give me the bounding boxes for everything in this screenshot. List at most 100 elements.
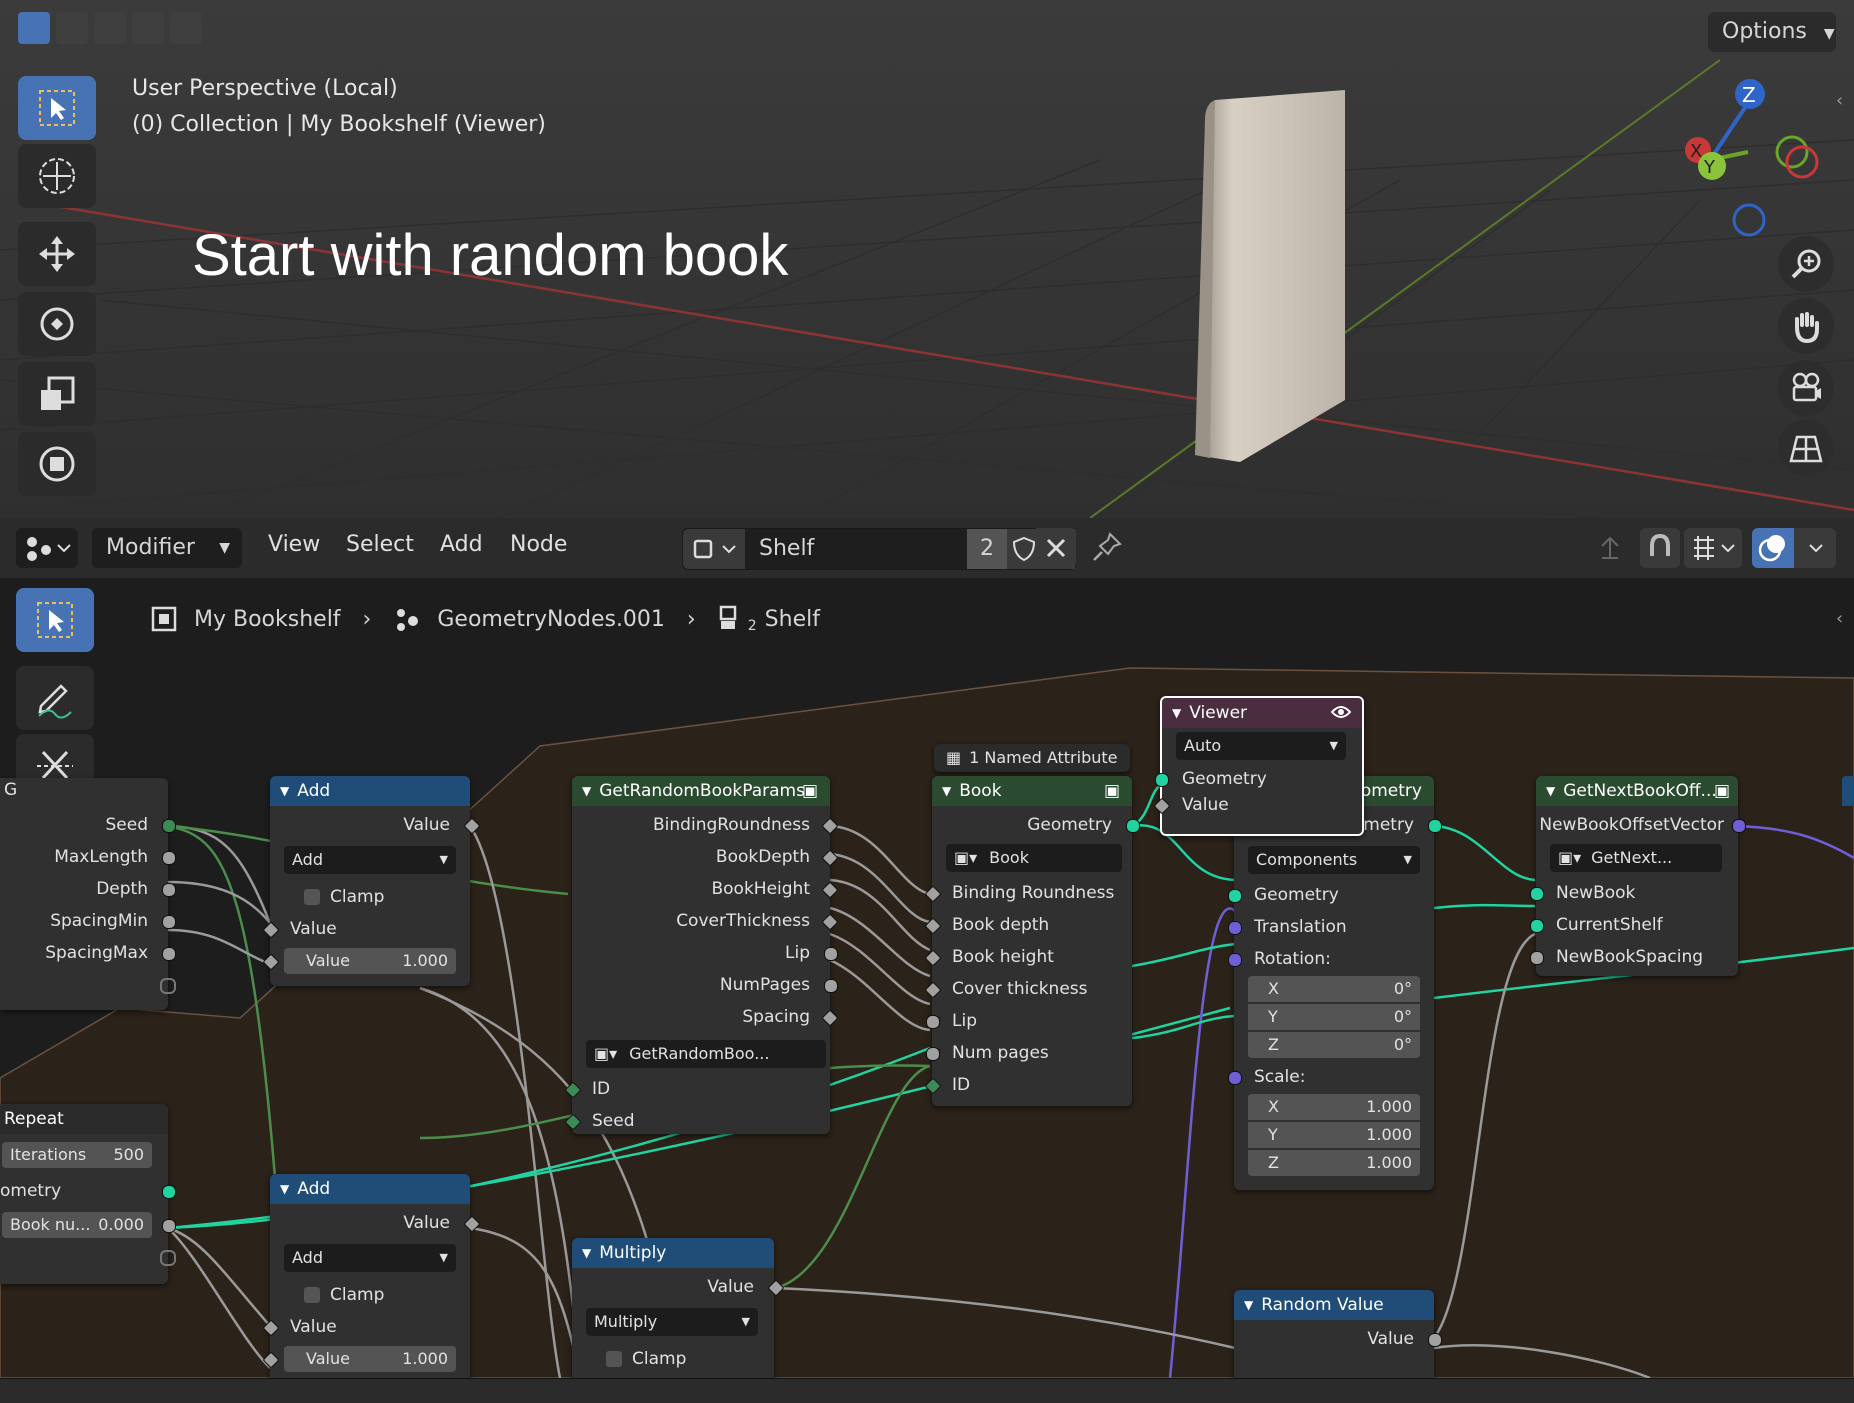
3d-viewport[interactable]: Z X Y User Perspective (Local) (0) Colle… [0, 0, 1854, 518]
breadcrumb-object[interactable]: My Bookshelf [194, 607, 341, 632]
random-value-socket[interactable] [1428, 1333, 1442, 1347]
node-sidebar-toggle-icon[interactable]: ‹ [1836, 608, 1843, 629]
select-new-mode[interactable] [18, 12, 50, 44]
socket[interactable] [1530, 887, 1544, 901]
get-params-header[interactable]: ▼ GetRandomBookParams ▣ [572, 776, 830, 806]
viewer-node[interactable]: ▼ Viewer Auto ▼ Geometry Value [1153, 696, 1364, 836]
node-group-selector[interactable]: Shelf 2 [682, 528, 1076, 570]
socket[interactable] [1228, 953, 1242, 967]
rotation-z-field[interactable]: Z 0° [1248, 1032, 1420, 1058]
add-value-field[interactable]: Value 1.000 [284, 948, 456, 974]
camera-view-button[interactable] [1778, 360, 1834, 416]
cursor-tool[interactable] [18, 144, 96, 208]
repeat-geometry-socket[interactable] [162, 1185, 176, 1199]
random-value-header[interactable]: ▼ Random Value [1234, 1290, 1434, 1320]
add-operation-select[interactable]: Add ▼ [284, 1244, 456, 1272]
select-invert-mode[interactable] [132, 12, 164, 44]
rotation-y-field[interactable]: Y 0° [1248, 1004, 1420, 1030]
clamp-checkbox[interactable]: Clamp [586, 1346, 774, 1372]
get-next-group-select[interactable]: ▣▾ GetNext... [1550, 844, 1722, 872]
transform-geometry-socket[interactable] [1428, 819, 1442, 833]
modifier-dropdown[interactable]: Modifier ▼ [92, 528, 242, 568]
move-tool[interactable] [18, 222, 96, 286]
scale-y-field[interactable]: Y 1.000 [1248, 1122, 1420, 1148]
snap-toggle[interactable] [1640, 528, 1680, 568]
socket[interactable] [926, 1015, 940, 1029]
node-group-name-field[interactable]: Shelf [745, 529, 967, 569]
add-node-header[interactable]: ▼ Add [270, 1174, 470, 1204]
collapse-icon[interactable]: ▼ [582, 1246, 591, 1260]
pan-button[interactable] [1778, 298, 1834, 354]
scale-z-field[interactable]: Z 1.000 [1248, 1150, 1420, 1176]
node-select-tool[interactable] [16, 588, 94, 652]
collapse-icon[interactable]: ▼ [582, 784, 591, 798]
menu-add[interactable]: Add [440, 532, 483, 557]
socket[interactable] [926, 1047, 940, 1061]
get-params-group-select[interactable]: ▣▾ GetRandomBoo... [586, 1040, 826, 1068]
menu-view[interactable]: View [268, 532, 320, 557]
scale-tool[interactable] [18, 362, 96, 426]
options-dropdown[interactable]: Options ▼ [1708, 12, 1836, 52]
socket[interactable] [1530, 951, 1544, 965]
parent-node-tree-button[interactable] [1590, 528, 1630, 568]
annotate-tool[interactable] [16, 666, 94, 730]
clamp-checkbox[interactable]: Clamp [284, 1282, 470, 1308]
transform-geometry-node[interactable]: eometry ometry Components ▼ Geometry Tran… [1228, 776, 1442, 1190]
browse-node-group-button[interactable] [683, 529, 745, 569]
socket[interactable] [1228, 889, 1242, 903]
book-group-select[interactable]: ▣▾ Book [946, 844, 1122, 872]
socket[interactable] [1530, 919, 1544, 933]
book-node[interactable]: ▼ Book ▣ Geometry ▣▾ Book Binding Roundness… [924, 776, 1140, 1106]
collapse-icon[interactable]: ▼ [1244, 1298, 1253, 1312]
checkbox-box[interactable] [304, 1287, 320, 1303]
spacingmax-socket[interactable] [162, 947, 176, 961]
multiply-node[interactable]: ▼ Multiply Value Multiply ▼ Clamp [572, 1238, 785, 1378]
book-number-socket[interactable] [162, 1219, 176, 1233]
socket[interactable] [824, 947, 838, 961]
repeat-node[interactable]: Repeat Iterations 500 ometry Book nu... 0.… [0, 1104, 176, 1284]
empty-socket[interactable] [160, 1250, 176, 1266]
viewer-domain-select[interactable]: Auto ▼ [1176, 732, 1346, 760]
rotate-tool[interactable] [18, 292, 96, 356]
collapse-icon[interactable]: ▼ [942, 784, 951, 798]
seed-socket[interactable] [162, 819, 176, 833]
socket[interactable] [824, 979, 838, 993]
add-node-header[interactable]: ▼ Add [270, 776, 470, 806]
add-operation-select[interactable]: Add ▼ [284, 846, 456, 874]
collapse-icon[interactable]: ▼ [1172, 706, 1181, 720]
get-next-header[interactable]: ▼ GetNextBookOff... ▣ [1536, 776, 1738, 806]
select-box-tool[interactable] [18, 76, 96, 140]
viewer-node-header[interactable]: ▼ Viewer [1162, 698, 1362, 728]
scale-x-field[interactable]: X 1.000 [1248, 1094, 1420, 1120]
multiply-node-header[interactable]: ▼ Multiply [572, 1238, 774, 1268]
pin-button[interactable] [1090, 530, 1124, 570]
transform-mode-select[interactable]: Components ▼ [1248, 846, 1420, 874]
overlays-dropdown[interactable] [1752, 528, 1836, 568]
collapse-icon[interactable]: ▼ [280, 1182, 289, 1196]
unlink-button[interactable] [1036, 528, 1076, 568]
collapse-icon[interactable]: ▼ [1546, 784, 1555, 798]
socket[interactable] [1228, 1071, 1242, 1085]
depth-socket[interactable] [162, 883, 176, 897]
clamp-checkbox[interactable]: Clamp [284, 884, 470, 910]
add-node[interactable]: ▼ Add Value Add ▼ Clamp Value Value 1.000 [262, 776, 481, 986]
zoom-button[interactable] [1778, 236, 1834, 292]
menu-node[interactable]: Node [510, 532, 567, 557]
empty-output-socket[interactable] [160, 978, 176, 994]
multiply-operation-select[interactable]: Multiply ▼ [586, 1308, 758, 1336]
iterations-field[interactable]: Iterations 500 [2, 1142, 152, 1168]
repeat-node-header[interactable]: Repeat [0, 1104, 168, 1134]
random-value-node[interactable]: ▼ Random Value Value [1234, 1290, 1442, 1378]
book-node-header[interactable]: ▼ Book ▣ [932, 776, 1132, 806]
viewer-geometry-socket[interactable] [1155, 773, 1169, 787]
user-count-button[interactable]: 2 [967, 529, 1007, 569]
group-input-node[interactable]: G Seed MaxLength Depth SpacingMin Spacin… [0, 778, 176, 1010]
maxlength-socket[interactable] [162, 851, 176, 865]
editor-type-button[interactable] [16, 528, 78, 568]
checkbox-box[interactable] [606, 1351, 622, 1367]
offset-vector-socket[interactable] [1732, 819, 1746, 833]
select-subtract-mode[interactable] [94, 12, 126, 44]
breadcrumb-group[interactable]: Shelf [765, 607, 820, 632]
eye-icon[interactable] [1330, 704, 1352, 720]
overlays-toggle[interactable] [1752, 528, 1794, 568]
